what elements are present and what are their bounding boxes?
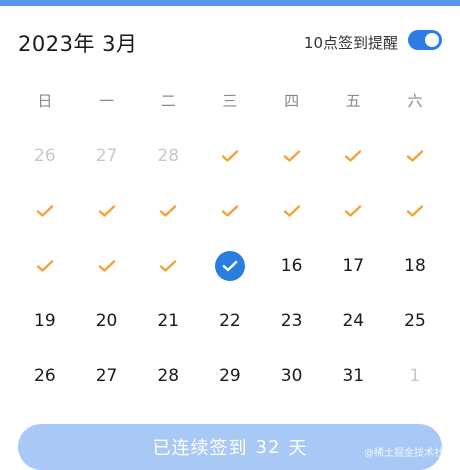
checkmark-icon <box>159 259 177 273</box>
day-cell[interactable]: 31 <box>322 348 384 403</box>
toggle-knob <box>425 33 439 47</box>
signin-suffix: 天 <box>288 438 308 459</box>
week-row: 26 27 28 <box>14 128 446 183</box>
reminder-label: 10点签到提醒 <box>303 34 398 52</box>
day-number: 26 <box>34 145 56 166</box>
checkmark-icon <box>98 204 116 218</box>
day-number: 29 <box>219 365 241 386</box>
day-number: 27 <box>95 365 118 386</box>
day-cell[interactable] <box>14 238 76 293</box>
day-cell[interactable] <box>137 183 199 238</box>
day-cell[interactable]: 1 <box>384 348 446 403</box>
week-row: 19 20 21 22 23 24 25 <box>14 293 446 348</box>
month-title: 2023年 3月 <box>18 32 138 56</box>
calendar-grid: 日 一 二 三 四 五 六 26 27 28 16 17 18 19 20 21 22 23 24 25… <box>14 72 446 403</box>
checkmark-icon <box>36 259 54 273</box>
day-number: 30 <box>280 365 303 386</box>
day-cell[interactable]: 29 <box>199 348 261 403</box>
reminder-toggle[interactable] <box>408 30 442 50</box>
weekday-sat: 六 <box>407 91 423 110</box>
day-cell[interactable] <box>137 238 199 293</box>
checkmark-icon <box>283 204 301 218</box>
day-cell[interactable]: 18 <box>384 238 446 293</box>
day-cell[interactable]: 16 <box>261 238 323 293</box>
week-row: 16 17 18 <box>14 238 446 293</box>
day-cell[interactable] <box>14 183 76 238</box>
day-cell[interactable] <box>261 183 323 238</box>
day-cell[interactable]: 26 <box>14 128 76 183</box>
checkmark-icon <box>159 204 177 218</box>
checkmark-icon <box>221 149 239 163</box>
day-number: 26 <box>34 365 56 386</box>
weekday-row: 日 一 二 三 四 五 六 <box>14 72 446 128</box>
day-number: 22 <box>219 310 241 331</box>
weekday-tue: 二 <box>160 91 176 110</box>
day-number: 1 <box>409 365 421 386</box>
day-cell[interactable]: 22 <box>199 293 261 348</box>
calendar-header: 2023年 3月 10点签到提醒 <box>0 6 460 66</box>
day-number: 23 <box>280 310 303 331</box>
day-cell[interactable]: 28 <box>137 348 199 403</box>
day-cell[interactable]: 26 <box>14 348 76 403</box>
watermark: @稀土掘金技术社区 <box>364 448 454 459</box>
day-cell[interactable]: 27 <box>76 128 138 183</box>
weekday-thu: 四 <box>284 91 300 110</box>
signin-days: 32 <box>255 436 281 458</box>
day-number: 28 <box>157 145 180 166</box>
day-cell[interactable]: 19 <box>14 293 76 348</box>
day-cell[interactable]: 28 <box>137 128 199 183</box>
day-number: 19 <box>34 310 56 331</box>
day-cell[interactable] <box>76 238 138 293</box>
day-number: 17 <box>342 255 365 276</box>
checkmark-icon <box>406 204 424 218</box>
day-cell[interactable] <box>384 128 446 183</box>
day-cell[interactable]: 25 <box>384 293 446 348</box>
day-cell[interactable] <box>384 183 446 238</box>
week-row <box>14 183 446 238</box>
day-cell[interactable]: 21 <box>137 293 199 348</box>
weekday-mon: 一 <box>99 91 115 110</box>
day-cell[interactable]: 27 <box>76 348 138 403</box>
day-number: 31 <box>342 365 365 386</box>
day-rows: 26 27 28 16 17 18 19 20 21 22 23 24 25 26 27 28 29 30 31 1 <box>14 128 446 403</box>
day-cell[interactable] <box>322 183 384 238</box>
checkmark-icon <box>221 204 239 218</box>
day-cell[interactable] <box>322 128 384 183</box>
day-cell[interactable] <box>261 128 323 183</box>
day-number: 16 <box>280 255 303 276</box>
checkmark-circle-icon <box>214 250 245 281</box>
day-number: 24 <box>342 310 365 331</box>
checkmark-icon <box>98 259 116 273</box>
day-cell[interactable]: 17 <box>322 238 384 293</box>
day-cell[interactable]: 24 <box>322 293 384 348</box>
day-number: 27 <box>95 145 118 166</box>
day-cell[interactable]: 30 <box>261 348 323 403</box>
day-cell[interactable]: 20 <box>76 293 138 348</box>
week-row: 26 27 28 29 30 31 1 <box>14 348 446 403</box>
checkmark-icon <box>406 149 424 163</box>
day-cell[interactable]: 23 <box>261 293 323 348</box>
checkmark-icon <box>36 204 54 218</box>
day-number: 21 <box>157 310 180 331</box>
checkmark-icon <box>344 204 362 218</box>
day-number: 20 <box>95 310 118 331</box>
day-cell[interactable] <box>199 238 261 293</box>
day-cell[interactable] <box>199 128 261 183</box>
day-cell[interactable] <box>76 183 138 238</box>
weekday-sun: 日 <box>37 91 53 110</box>
day-cell[interactable] <box>199 183 261 238</box>
weekday-wed: 三 <box>222 91 238 110</box>
checkmark-icon <box>344 149 362 163</box>
day-number: 28 <box>157 365 180 386</box>
signin-prefix: 已连续签到 <box>152 438 248 459</box>
weekday-fri: 五 <box>345 91 361 110</box>
checkmark-icon <box>283 149 301 163</box>
day-number: 18 <box>404 255 426 276</box>
day-number: 25 <box>404 310 426 331</box>
